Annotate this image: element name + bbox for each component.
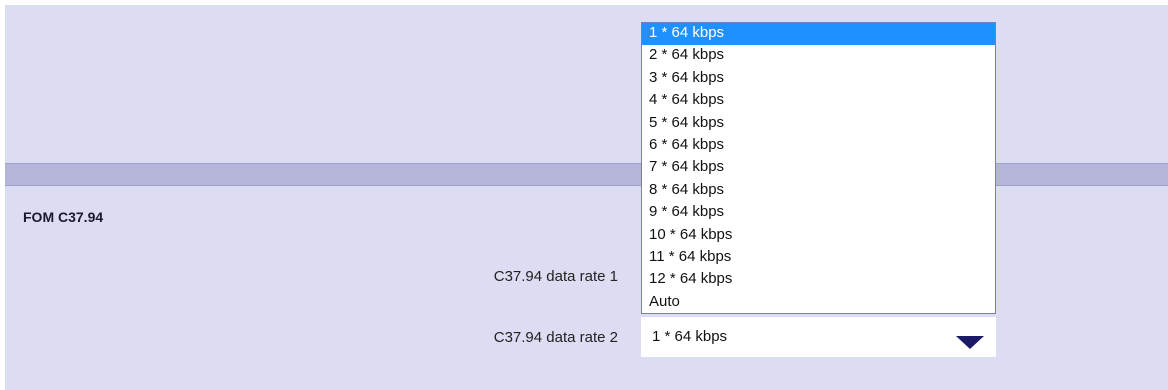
section-title: FOM C37.94 bbox=[23, 209, 104, 225]
data-rate-1-label: C37.94 data rate 1 bbox=[493, 268, 618, 285]
dropdown-option[interactable]: 6 * 64 kbps bbox=[642, 135, 995, 157]
dropdown-option[interactable]: 7 * 64 kbps bbox=[642, 157, 995, 179]
data-rate-2-value: 1 * 64 kbps bbox=[652, 328, 728, 345]
dropdown-option[interactable]: 12 * 64 kbps bbox=[642, 269, 995, 291]
dropdown-option[interactable]: 2 * 64 kbps bbox=[642, 45, 995, 67]
dropdown-option[interactable]: Auto bbox=[642, 292, 995, 314]
dropdown-option[interactable]: 1 * 64 kbps bbox=[642, 23, 995, 46]
data-rate-2-select[interactable]: 1 * 64 kbps bbox=[641, 317, 996, 357]
dropdown-option[interactable]: 4 * 64 kbps bbox=[642, 90, 995, 112]
dropdown-option[interactable]: 3 * 64 kbps bbox=[642, 68, 995, 90]
dropdown-option[interactable]: 8 * 64 kbps bbox=[642, 180, 995, 202]
dropdown-option[interactable]: 10 * 64 kbps bbox=[642, 225, 995, 247]
dropdown-option[interactable]: 11 * 64 kbps bbox=[642, 247, 995, 269]
data-rate-1-dropdown-list[interactable]: 1 * 64 kbps 2 * 64 kbps 3 * 64 kbps 4 * … bbox=[641, 22, 996, 314]
chevron-down-icon[interactable] bbox=[956, 336, 984, 349]
dropdown-option[interactable]: 5 * 64 kbps bbox=[642, 113, 995, 135]
dropdown-option[interactable]: 9 * 64 kbps bbox=[642, 202, 995, 224]
data-rate-2-label: C37.94 data rate 2 bbox=[493, 329, 618, 346]
